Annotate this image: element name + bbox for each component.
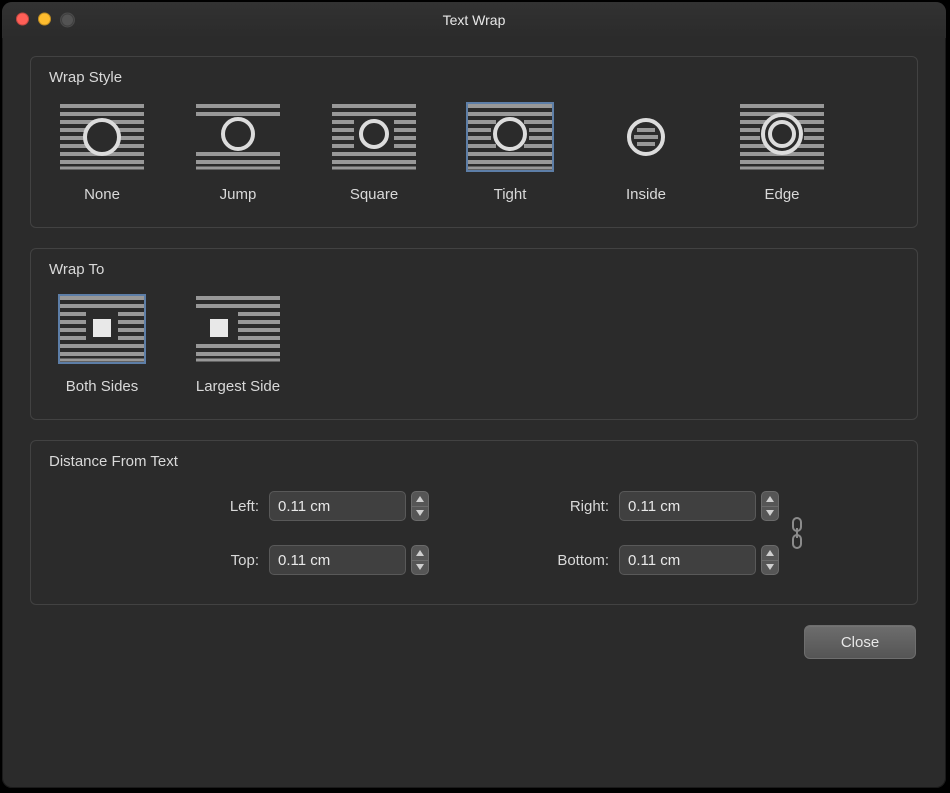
wrap-style-label: Jump (220, 186, 257, 203)
wrap-style-label: Tight (494, 186, 527, 203)
wrap-style-edge[interactable]: Edge (733, 102, 831, 203)
wrap-jump-icon (194, 102, 282, 172)
wrap-style-jump[interactable]: Jump (189, 102, 287, 203)
wrap-edge-icon (738, 102, 826, 172)
window-close-button[interactable] (16, 13, 29, 26)
wrap-style-label: None (84, 186, 120, 203)
close-button[interactable]: Close (804, 625, 916, 659)
step-down-icon[interactable] (761, 560, 779, 576)
wrap-to-title: Wrap To (49, 261, 899, 278)
wrap-to-options: Both Sides (49, 294, 899, 395)
distance-right-stepper[interactable] (761, 491, 779, 521)
wrap-style-label: Edge (764, 186, 799, 203)
wrap-to-label: Largest Side (196, 378, 280, 395)
wrap-to-both-sides[interactable]: Both Sides (53, 294, 151, 395)
distance-left-label: Left: (49, 498, 269, 515)
distance-right-input[interactable]: 0.11 cm (619, 491, 779, 521)
step-up-icon[interactable] (411, 545, 429, 560)
wrap-to-label: Both Sides (66, 378, 139, 395)
wrap-none-icon (58, 102, 146, 172)
distance-bottom-input[interactable]: 0.11 cm (619, 545, 779, 575)
wrap-inside-icon (602, 102, 690, 172)
wrap-square-icon (330, 102, 418, 172)
distance-right-value[interactable]: 0.11 cm (619, 491, 756, 521)
step-down-icon[interactable] (411, 560, 429, 576)
text-wrap-dialog: Text Wrap Wrap Style (2, 2, 946, 788)
distance-top-label: Top: (49, 552, 269, 569)
step-up-icon[interactable] (761, 491, 779, 506)
wrap-style-square[interactable]: Square (325, 102, 423, 203)
step-down-icon[interactable] (411, 506, 429, 522)
wrap-to-both-sides-icon (58, 294, 146, 364)
wrap-style-label: Square (350, 186, 398, 203)
wrap-tight-icon (466, 102, 554, 172)
step-down-icon[interactable] (761, 506, 779, 522)
wrap-style-title: Wrap Style (49, 69, 899, 86)
step-up-icon[interactable] (761, 545, 779, 560)
distance-bottom-label: Bottom: (429, 552, 619, 569)
distance-top-input[interactable]: 0.11 cm (269, 545, 429, 575)
window-title: Text Wrap (443, 12, 506, 28)
window-minimize-button[interactable] (38, 13, 51, 26)
wrap-style-options: None (49, 102, 899, 203)
distance-top-value[interactable]: 0.11 cm (269, 545, 406, 575)
wrap-to-group: Wrap To (30, 248, 918, 420)
distance-left-value[interactable]: 0.11 cm (269, 491, 406, 521)
wrap-style-inside[interactable]: Inside (597, 102, 695, 203)
wrap-style-group: Wrap Style (30, 56, 918, 228)
wrap-style-tight[interactable]: Tight (461, 102, 559, 203)
step-up-icon[interactable] (411, 491, 429, 506)
distance-left-stepper[interactable] (411, 491, 429, 521)
distance-top-stepper[interactable] (411, 545, 429, 575)
window-controls (16, 13, 75, 28)
dialog-footer: Close (30, 625, 918, 659)
wrap-to-largest-side[interactable]: Largest Side (189, 294, 287, 395)
distance-bottom-stepper[interactable] (761, 545, 779, 575)
distance-group: Distance From Text Left: 0.11 cm Right: … (30, 440, 918, 605)
wrap-style-label: Inside (626, 186, 666, 203)
window-zoom-button (60, 13, 75, 28)
wrap-to-largest-side-icon (194, 294, 282, 364)
distance-bottom-value[interactable]: 0.11 cm (619, 545, 756, 575)
distance-right-label: Right: (429, 498, 619, 515)
distance-left-input[interactable]: 0.11 cm (269, 491, 429, 521)
distance-title: Distance From Text (49, 453, 899, 470)
wrap-style-none[interactable]: None (53, 102, 151, 203)
titlebar: Text Wrap (2, 2, 946, 38)
link-values-icon[interactable] (779, 516, 815, 550)
